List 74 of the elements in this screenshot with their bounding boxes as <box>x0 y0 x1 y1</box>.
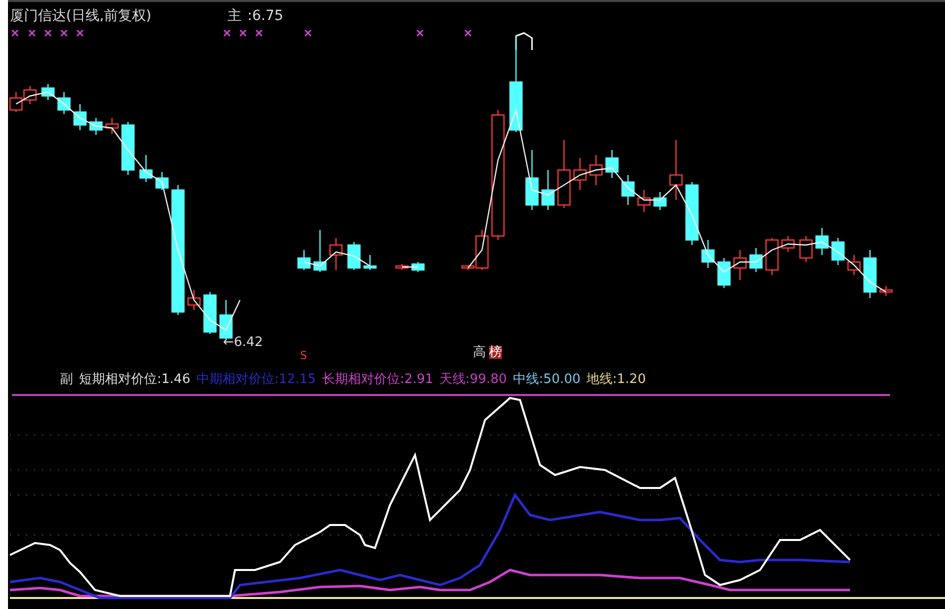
candlestick <box>411 262 425 272</box>
candlestick <box>89 118 103 135</box>
candlestick <box>329 238 343 270</box>
candlestick <box>733 250 747 280</box>
indicator-label: 短期相对价位: <box>79 371 162 388</box>
signal-tag: 榜 <box>489 346 502 359</box>
candlestick <box>297 250 311 270</box>
candlestick <box>347 242 361 270</box>
candlestick <box>105 118 119 134</box>
x-mark-icon <box>60 30 68 37</box>
candlestick <box>9 92 23 112</box>
candlestick <box>765 238 779 275</box>
indicator-label: 天线: <box>439 371 470 388</box>
candlestick <box>879 286 893 296</box>
signal-label: 高 <box>473 346 486 359</box>
candlestick <box>831 238 845 265</box>
x-mark-icon <box>255 30 263 37</box>
x-mark-icon <box>44 30 52 37</box>
candlestick <box>525 150 539 210</box>
candlestick <box>573 158 587 190</box>
indicator-label: 中线: <box>512 371 544 388</box>
low-price-label: ←6.42 <box>223 336 263 349</box>
candlestick <box>41 84 55 100</box>
candlestick <box>669 140 683 200</box>
candlestick <box>799 236 813 262</box>
candlestick <box>589 155 603 185</box>
x-mark-icon <box>223 30 231 37</box>
candlestick <box>815 228 829 255</box>
candlestick <box>653 192 667 210</box>
candlestick <box>557 140 571 208</box>
candlestick <box>685 182 699 245</box>
candlestick <box>781 236 795 252</box>
sub-chart-label: 副 <box>60 371 73 388</box>
candlestick <box>717 258 731 288</box>
x-mark-icon <box>464 30 472 37</box>
x-mark-icon <box>239 30 247 37</box>
x-mark-icon <box>28 30 36 37</box>
indicator-value: 1.20 <box>616 372 646 386</box>
candlestick <box>701 240 715 268</box>
candlestick <box>605 150 619 178</box>
candlestick <box>621 175 635 205</box>
flag-icon <box>515 32 533 51</box>
indicator-value: 99.80 <box>470 372 507 386</box>
indicator-value: 2.91 <box>404 372 434 386</box>
indicator-value: 1.46 <box>161 372 190 386</box>
candlestick <box>313 230 327 272</box>
x-mark-icon <box>11 30 19 37</box>
x-mark-icon <box>76 30 84 37</box>
main-chart-value: :6.75 <box>247 8 284 24</box>
indicator-value: 50.00 <box>543 372 581 386</box>
indicator-value: 12.15 <box>278 372 316 386</box>
main-chart-label: 主 <box>227 7 242 25</box>
candlestick <box>139 155 153 182</box>
x-mark-icon <box>304 30 312 37</box>
candlestick <box>23 86 37 104</box>
stock-title: 厦门信达(日线,前复权) <box>10 7 152 25</box>
candlestick <box>395 264 409 270</box>
candlestick <box>187 290 201 310</box>
candlestick <box>541 170 555 210</box>
candlestick <box>155 172 169 190</box>
indicator-label: 地线: <box>586 371 617 388</box>
candlestick <box>637 190 651 212</box>
candlestick <box>203 292 217 334</box>
indicator-label: 中期相对价位: <box>196 371 279 388</box>
candlestick <box>57 92 71 114</box>
candlestick <box>121 122 135 175</box>
candlestick <box>863 250 877 298</box>
candlestick <box>73 104 87 130</box>
indicator-label: 长期相对价位: <box>322 371 404 388</box>
signal-label: S <box>300 350 307 361</box>
candlestick <box>749 248 763 272</box>
candlestick <box>847 255 861 275</box>
candlestick <box>363 255 377 270</box>
x-mark-icon <box>416 30 424 37</box>
